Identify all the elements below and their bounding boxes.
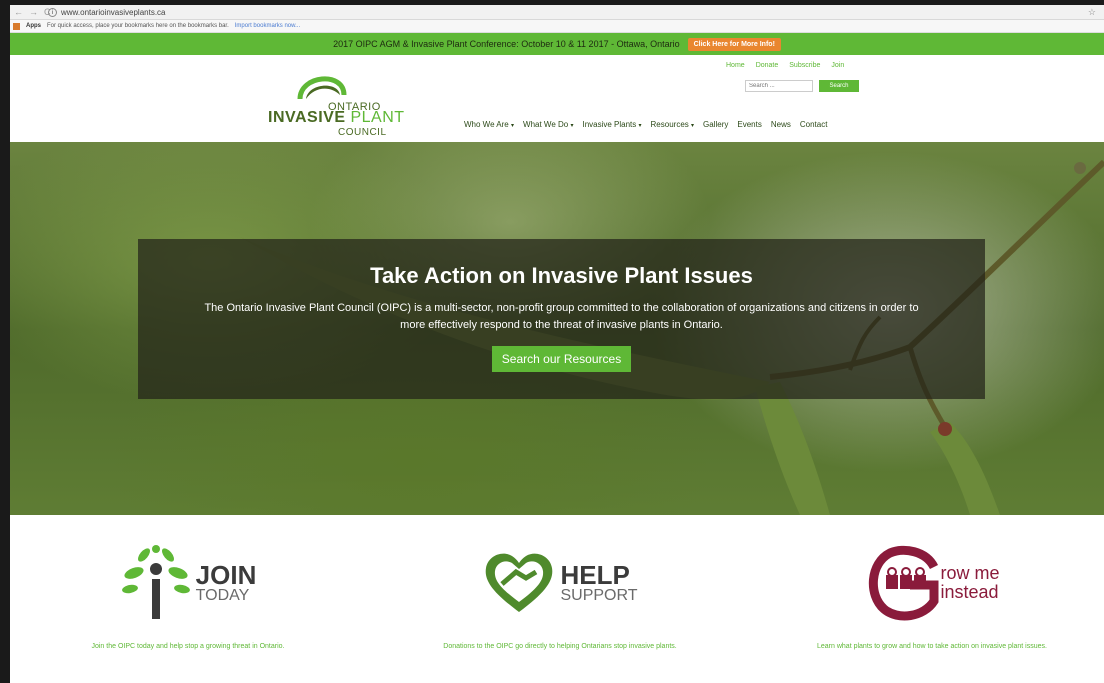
bookmarks-hint: For quick access, place your bookmarks h… xyxy=(47,23,229,29)
hero-banner: Take Action on Invasive Plant Issues The… xyxy=(10,142,1104,515)
hero-overlay: Take Action on Invasive Plant Issues The… xyxy=(138,239,985,399)
menu-item-events[interactable]: Events xyxy=(737,120,761,129)
menu-item-label: What We Do xyxy=(523,120,569,129)
menu-item-invasive-plants[interactable]: Invasive Plants ▾ xyxy=(582,120,641,129)
help-support-logo: HELP SUPPORT xyxy=(440,545,680,621)
join-caption: Join the OIPC today and help stop a grow… xyxy=(91,643,285,650)
menu-item-who-we-are[interactable]: Who We Are ▾ xyxy=(464,120,514,129)
browser-window: ← → C i www.ontarioinvasiveplants.ca ☆ A… xyxy=(10,5,1104,683)
import-bookmarks-link[interactable]: Import bookmarks now... xyxy=(235,23,300,29)
menu-item-what-we-do[interactable]: What We Do ▾ xyxy=(523,120,573,129)
main-menu: Who We Are ▾ What We Do ▾ Invasive Plant… xyxy=(464,120,827,129)
join-today-wordmark: JOIN TODAY xyxy=(196,562,257,604)
hero-title: Take Action on Invasive Plant Issues xyxy=(370,263,753,288)
home-link[interactable]: Home xyxy=(726,62,745,69)
support-word: SUPPORT xyxy=(560,587,638,604)
hero-text: The Ontario Invasive Plant Council (OIPC… xyxy=(204,302,919,331)
announcement-bar: 2017 OIPC AGM & Invasive Plant Conferenc… xyxy=(10,33,1104,55)
utility-nav: Home Donate Subscribe Join xyxy=(726,62,844,69)
join-link[interactable]: Join xyxy=(831,62,844,69)
grow-caption: Learn what plants to grow and how to tak… xyxy=(817,643,1047,650)
search-button[interactable]: Search xyxy=(819,80,859,92)
menu-item-contact[interactable]: Contact xyxy=(800,120,828,129)
chevron-down-icon: ▾ xyxy=(638,123,642,129)
menu-item-label: Invasive Plants xyxy=(582,120,637,129)
donate-link[interactable]: Donate xyxy=(756,62,779,69)
help-word: HELP xyxy=(560,560,630,590)
menu-item-gallery[interactable]: Gallery xyxy=(703,120,728,129)
announcement-text: 2017 OIPC AGM & Invasive Plant Conferenc… xyxy=(333,39,680,49)
forward-icon[interactable]: → xyxy=(29,7,38,17)
site-header: ONTARIO INVASIVE PLANT COUNCIL Home Dona… xyxy=(10,55,1104,142)
apps-link[interactable]: Apps xyxy=(26,23,41,29)
grow-me-instead-g-icon xyxy=(869,545,939,621)
back-icon[interactable]: ← xyxy=(14,7,23,17)
grow-me-instead-block[interactable]: row me instead Learn what plants to grow… xyxy=(812,545,1052,652)
feature-section: JOIN TODAY Join the OIPC today and help … xyxy=(10,515,1104,683)
grow-me-word: row me xyxy=(940,563,1000,583)
join-word: JOIN xyxy=(195,560,257,590)
address-bar: ← → C i www.ontarioinvasiveplants.ca ☆ xyxy=(10,5,1104,20)
site-logo[interactable]: ONTARIO INVASIVE PLANT COUNCIL xyxy=(262,65,432,140)
help-support-wordmark: HELP SUPPORT xyxy=(560,562,637,604)
join-today-logo: JOIN TODAY xyxy=(68,545,308,621)
tree-person-icon xyxy=(121,545,190,619)
grow-me-instead-logo: row me instead xyxy=(812,545,1052,621)
menu-item-news[interactable]: News xyxy=(771,120,791,129)
bookmark-star-icon[interactable]: ☆ xyxy=(1088,7,1096,18)
logo-invasive: INVASIVE xyxy=(268,109,346,126)
menu-item-resources[interactable]: Resources ▾ xyxy=(651,120,695,129)
nav-buttons: ← → C xyxy=(14,7,51,17)
help-support-block[interactable]: HELP SUPPORT Donations to the OIPC go di… xyxy=(440,545,680,652)
logo-plant: PLANT xyxy=(350,109,405,126)
search-resources-button[interactable]: Search our Resources xyxy=(491,346,632,372)
url-field[interactable]: i www.ontarioinvasiveplants.ca xyxy=(48,7,166,17)
apps-icon[interactable] xyxy=(13,22,20,30)
menu-item-label: Who We Are xyxy=(464,120,509,129)
heart-handshake-icon xyxy=(486,553,553,612)
url-text: www.ontarioinvasiveplants.ca xyxy=(61,7,166,17)
grow-me-instead-wordmark: row me instead xyxy=(940,564,999,602)
logo-invasive-plant: INVASIVE PLANT xyxy=(268,109,405,127)
chevron-down-icon: ▾ xyxy=(570,123,574,129)
subscribe-link[interactable]: Subscribe xyxy=(789,62,820,69)
leaf-arc-logo-icon xyxy=(297,76,347,100)
today-word: TODAY xyxy=(195,587,250,604)
join-today-block[interactable]: JOIN TODAY Join the OIPC today and help … xyxy=(68,545,308,652)
site-search: Search xyxy=(745,80,859,92)
bookmarks-bar: Apps For quick access, place your bookma… xyxy=(10,20,1104,33)
search-input[interactable] xyxy=(745,80,813,92)
chevron-down-icon: ▾ xyxy=(691,123,695,129)
instead-word: instead xyxy=(940,582,999,602)
logo-council: COUNCIL xyxy=(338,127,387,138)
help-caption: Donations to the OIPC go directly to hel… xyxy=(443,643,677,650)
chevron-down-icon: ▾ xyxy=(511,123,515,129)
menu-item-label: Resources xyxy=(650,120,689,129)
info-icon[interactable]: i xyxy=(48,7,57,17)
more-info-button[interactable]: Click Here for More Info! xyxy=(687,37,781,51)
